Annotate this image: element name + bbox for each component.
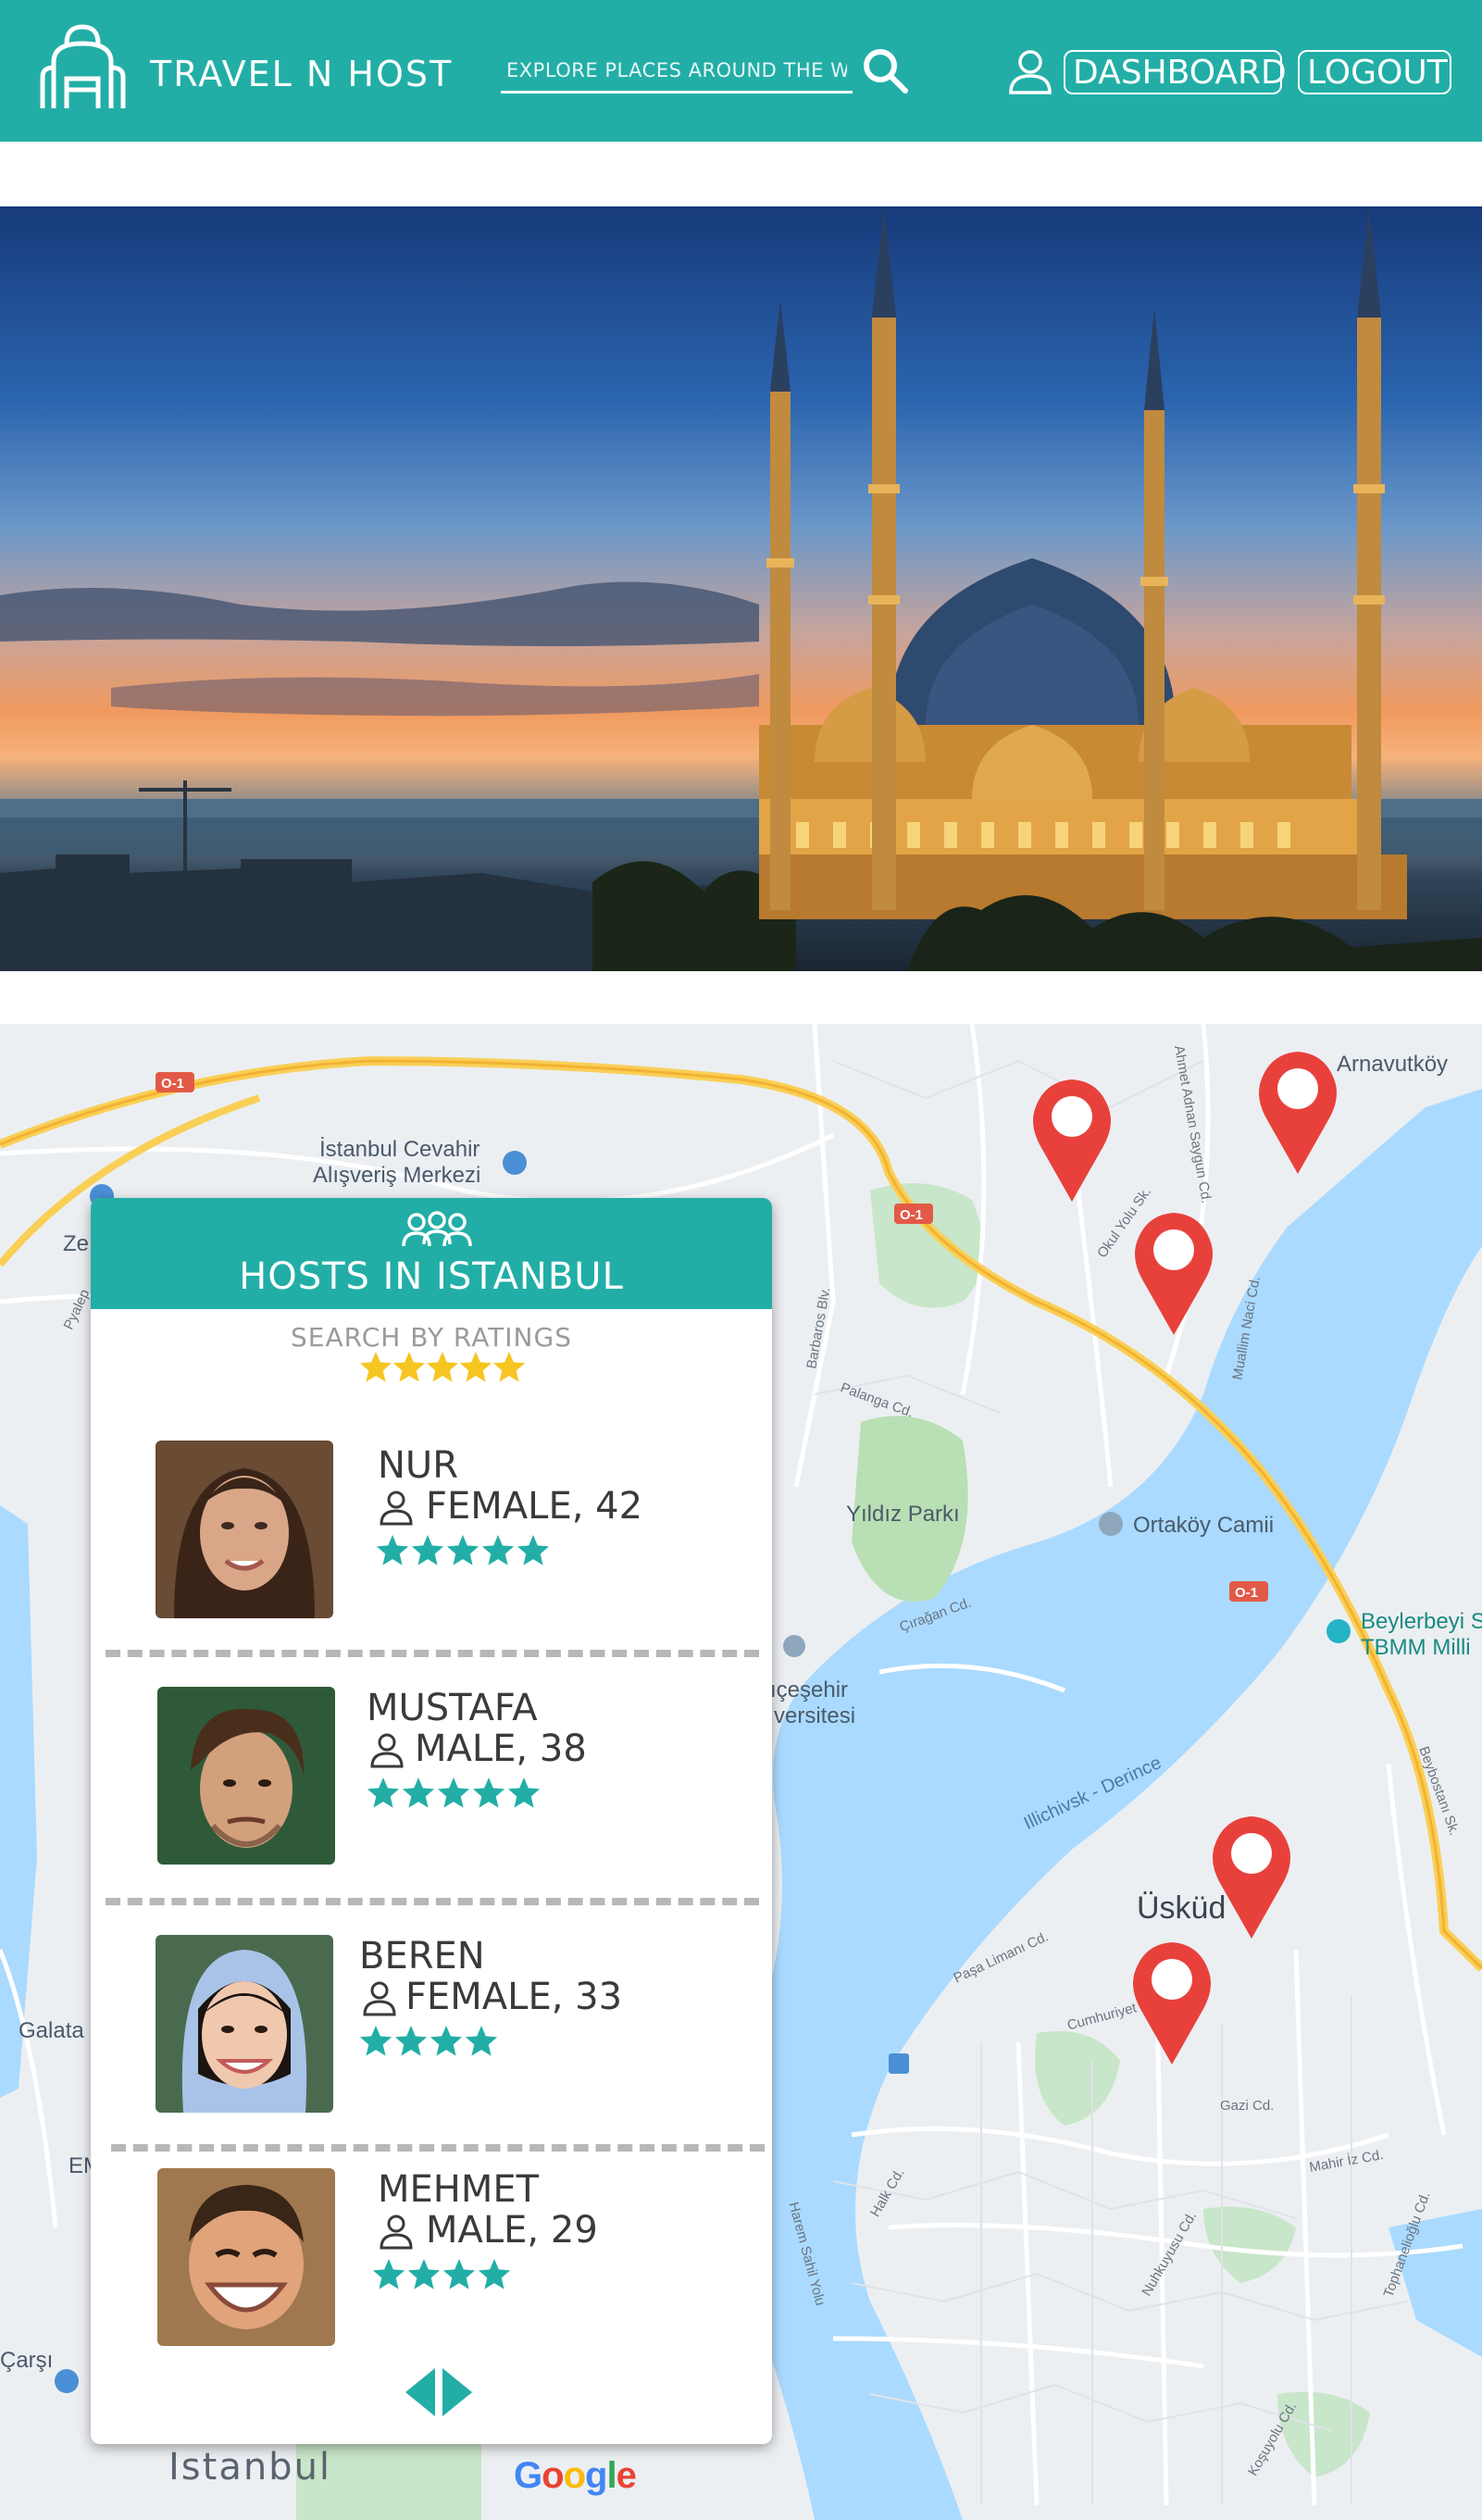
map-label-beylerbeyi: Beylerbeyi S <box>1361 1609 1482 1634</box>
star-icon <box>376 1535 409 1566</box>
map-label-versitesi: versitesi <box>774 1703 856 1728</box>
rating-filter-stars[interactable] <box>359 1352 526 1385</box>
star-icon <box>507 1778 541 1808</box>
google-letter: o <box>563 2455 586 2496</box>
google-logo: Google <box>514 2455 637 2497</box>
host-name: BEREN <box>359 1935 485 1977</box>
group-icon <box>402 1211 472 1247</box>
star-icon <box>472 1778 505 1808</box>
hero-image <box>0 206 1482 971</box>
hosts-panel: HOSTS IN ISTANBUL SEARCH BY RATINGS NUR … <box>91 1198 772 2444</box>
hosts-panel-title: HOSTS IN ISTANBUL <box>239 1255 624 1298</box>
google-letter: g <box>585 2455 607 2496</box>
star-icon <box>478 2259 511 2289</box>
logout-button[interactable]: LOGOUT <box>1298 50 1451 94</box>
star-icon[interactable] <box>392 1352 426 1382</box>
host-name: NUR <box>378 1444 458 1487</box>
mosque-illustration <box>0 206 1482 971</box>
star-icon <box>465 2026 498 2056</box>
google-letter: G <box>514 2455 542 2496</box>
star-icon <box>367 1778 400 1808</box>
star-icon <box>517 1535 550 1566</box>
host-photo[interactable] <box>157 1687 335 1865</box>
star-icon[interactable] <box>492 1352 526 1382</box>
map-label-carsi: Çarşı <box>0 2348 54 2373</box>
star-icon <box>442 2259 476 2289</box>
star-icon <box>446 1535 479 1566</box>
host-rating-stars <box>376 1535 550 1566</box>
map-label-istanbul: Istanbul <box>168 2446 332 2489</box>
user-icon[interactable] <box>1007 48 1053 94</box>
host-photo[interactable] <box>156 1935 333 2113</box>
star-icon <box>481 1535 515 1566</box>
search-icon[interactable] <box>861 46 909 94</box>
next-arrow-icon[interactable] <box>441 2366 474 2418</box>
host-photo[interactable] <box>156 1441 333 1618</box>
google-letter: l <box>606 2455 616 2496</box>
host-rating-stars <box>372 2259 511 2289</box>
map-label-galata: Galata <box>19 2018 84 2043</box>
previous-arrow-icon[interactable] <box>404 2366 437 2418</box>
map-label-cesehir: ıçeşehir <box>770 1678 849 1703</box>
map-label-tbmm: TBMM Milli <box>1361 1635 1471 1660</box>
hosts-panel-header: HOSTS IN ISTANBUL <box>91 1198 772 1309</box>
map-label-arnavutkoy: Arnavutköy <box>1337 1052 1449 1077</box>
map-label-gazi: Gazi Cd. <box>1220 2098 1275 2114</box>
star-icon[interactable] <box>459 1352 492 1382</box>
search-by-ratings-label: SEARCH BY RATINGS <box>291 1322 572 1353</box>
person-icon <box>380 2214 413 2250</box>
host-gender-age: FEMALE, 42 <box>426 1485 643 1528</box>
brand-name[interactable]: TRAVEL N HOST <box>150 54 453 94</box>
host-gender-age: MALE, 29 <box>426 2209 598 2252</box>
google-letter: e <box>616 2455 637 2496</box>
map-pin-4[interactable] <box>1209 1813 1294 1940</box>
svg-text:O-1: O-1 <box>1235 1585 1258 1601</box>
google-letter: o <box>542 2455 564 2496</box>
host-rating-stars <box>367 1778 541 1808</box>
star-icon <box>430 2026 463 2056</box>
host-name: MUSTAFA <box>367 1687 538 1729</box>
search-input[interactable] <box>501 46 853 91</box>
divider <box>111 2144 765 2152</box>
map-label-cevahir: İstanbul Cevahir <box>319 1137 480 1162</box>
star-icon <box>359 2026 392 2056</box>
star-icon <box>402 1778 435 1808</box>
map-pin-2[interactable] <box>1255 1048 1340 1176</box>
top-nav-bar: TRAVEL N HOST DASHBOARD LOGOUT <box>0 0 1482 142</box>
search-bar <box>501 46 853 94</box>
star-icon <box>411 1535 444 1566</box>
host-gender-age: FEMALE, 33 <box>405 1976 623 2018</box>
svg-text:O-1: O-1 <box>161 1076 184 1092</box>
map-label-ze: Ze <box>63 1231 90 1256</box>
star-icon <box>394 2026 428 2056</box>
host-photo[interactable] <box>157 2168 335 2346</box>
star-icon <box>407 2259 441 2289</box>
star-icon[interactable] <box>359 1352 392 1382</box>
person-icon <box>363 1981 396 2016</box>
star-icon[interactable] <box>426 1352 459 1382</box>
map-pin-3[interactable] <box>1131 1209 1216 1337</box>
person-icon <box>370 1733 404 1768</box>
map-pin-5[interactable] <box>1129 1939 1214 2066</box>
host-card[interactable]: MUSTAFA MALE, 38 <box>91 1687 772 1927</box>
star-icon <box>437 1778 470 1808</box>
dashboard-button[interactable]: DASHBOARD <box>1064 50 1287 94</box>
person-icon <box>380 1491 413 1526</box>
host-gender-age: MALE, 38 <box>415 1728 587 1770</box>
svg-text:O-1: O-1 <box>900 1207 923 1223</box>
host-name: MEHMET <box>378 2168 540 2211</box>
divider <box>106 1898 759 1905</box>
host-rating-stars <box>359 2026 498 2056</box>
divider <box>106 1650 759 1657</box>
map-pin-1[interactable] <box>1029 1076 1115 1204</box>
map-label-ortakoy: Ortaköy Camii <box>1133 1513 1275 1538</box>
backpack-icon[interactable] <box>39 23 127 111</box>
star-icon <box>372 2259 405 2289</box>
map-label-yildiz: Yıldız Parkı <box>846 1502 960 1527</box>
map-label-alisveris: Alışveriş Merkezi <box>313 1163 481 1188</box>
host-card[interactable]: NUR FEMALE, 42 <box>91 1441 772 1681</box>
host-card[interactable]: BEREN FEMALE, 33 <box>91 1935 772 2176</box>
